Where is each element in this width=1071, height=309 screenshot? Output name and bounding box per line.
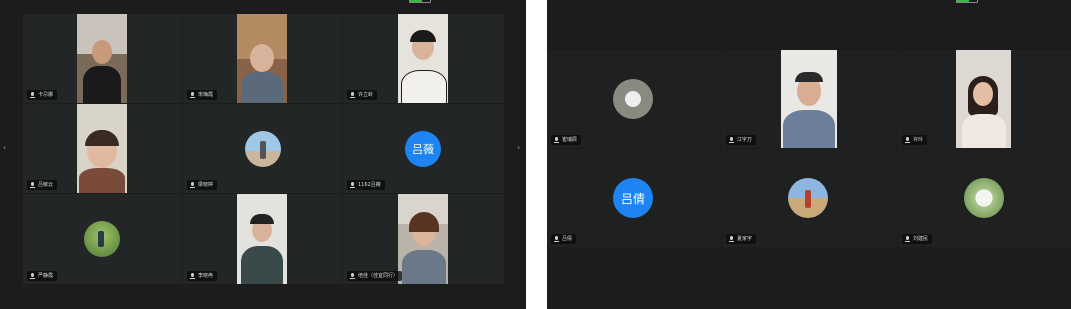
- participant-tile[interactable]: 吕倩 吕倩: [547, 149, 721, 247]
- participant-name: 吕敏云: [38, 182, 54, 188]
- participant-video: [956, 50, 1011, 148]
- participant-name: 宋梅霞: [198, 92, 214, 98]
- left-meeting-window: ‹ › 卡尕娜 宋梅霞 许立岭 吕敏云 梁晓婷 吕薇 1162吕薇 严静霞 李晓…: [0, 0, 526, 309]
- participant-name: 梁晓婷: [198, 182, 214, 188]
- participant-video: [398, 14, 448, 103]
- chevron-left-icon[interactable]: ‹: [3, 143, 6, 152]
- battery-icon: [956, 0, 978, 3]
- participant-tile[interactable]: 培佳（佳宜同行）: [343, 194, 504, 284]
- participant-tile[interactable]: 李晓冉: [183, 194, 342, 284]
- participant-name-tag: 培佳（佳宜同行）: [347, 271, 403, 281]
- participant-name-tag: 许立岭: [347, 90, 378, 100]
- participant-name: 培佳（佳宜同行）: [358, 273, 399, 279]
- participant-avatar: [245, 131, 281, 167]
- participant-name-tag: 江宇万: [726, 135, 757, 145]
- mic-icon: [350, 92, 355, 98]
- participant-video: [781, 50, 837, 148]
- chevron-right-icon[interactable]: ›: [517, 143, 520, 152]
- participant-tile[interactable]: 严静霞: [23, 194, 182, 284]
- participant-name-tag: 吕倩: [551, 234, 577, 244]
- participant-tile[interactable]: 许玲: [898, 50, 1071, 148]
- participant-name: 许玲: [913, 137, 924, 143]
- participant-avatar: [964, 178, 1004, 218]
- mic-icon: [350, 182, 355, 188]
- participant-name-tag: 许玲: [902, 135, 928, 145]
- mic-icon: [30, 182, 35, 188]
- mic-icon: [554, 236, 559, 242]
- participant-avatar: [84, 221, 120, 257]
- participant-video: [237, 194, 287, 284]
- participant-avatar: [788, 178, 828, 218]
- participant-tile[interactable]: 宋梅霞: [183, 14, 342, 103]
- participant-name: 李晓冉: [198, 273, 214, 279]
- participant-name: 卡尕娜: [38, 92, 54, 98]
- participant-name-tag: 卡尕娜: [27, 90, 58, 100]
- mic-icon: [350, 273, 355, 279]
- mic-icon: [190, 182, 195, 188]
- participant-name-tag: 刘建民: [902, 234, 933, 244]
- participant-tile[interactable]: 夏家宇: [722, 149, 897, 247]
- participant-name: 刘建民: [913, 236, 929, 242]
- mic-icon: [30, 273, 35, 279]
- mic-icon: [190, 273, 195, 279]
- participant-tile[interactable]: 吕敏云: [23, 104, 182, 193]
- participant-name: 崔瑞辰: [562, 137, 578, 143]
- participant-tile[interactable]: 刘建民: [898, 149, 1071, 247]
- participant-name: 江宇万: [737, 137, 753, 143]
- participant-tile[interactable]: 卡尕娜: [23, 14, 182, 103]
- participant-avatar: [613, 79, 653, 119]
- participant-name: 1162吕薇: [358, 182, 381, 188]
- participant-video: [77, 104, 127, 193]
- participant-name-tag: 梁晓婷: [187, 180, 218, 190]
- participant-name-tag: 1162吕薇: [347, 180, 385, 190]
- participant-video: [237, 14, 287, 103]
- mic-icon: [729, 236, 734, 242]
- participant-name: 夏家宇: [737, 236, 753, 242]
- participant-initial-avatar: 吕倩: [613, 178, 653, 218]
- participant-tile[interactable]: 江宇万: [722, 50, 897, 148]
- participant-tile[interactable]: 崔瑞辰: [547, 50, 721, 148]
- mic-icon: [905, 236, 910, 242]
- mic-icon: [554, 137, 559, 143]
- participant-name-tag: 崔瑞辰: [551, 135, 582, 145]
- participant-name-tag: 严静霞: [27, 271, 58, 281]
- participant-name-tag: 吕敏云: [27, 180, 58, 190]
- participant-name: 吕倩: [562, 236, 573, 242]
- participant-tile[interactable]: 梁晓婷: [183, 104, 342, 193]
- participant-name-tag: 宋梅霞: [187, 90, 218, 100]
- mic-icon: [729, 137, 734, 143]
- participant-video: [398, 194, 448, 284]
- participant-name-tag: 夏家宇: [726, 234, 757, 244]
- participant-name-tag: 李晓冉: [187, 271, 218, 281]
- participant-tile[interactable]: 许立岭: [343, 14, 504, 103]
- mic-icon: [905, 137, 910, 143]
- participant-video: [77, 14, 127, 103]
- participant-initial-avatar: 吕薇: [405, 131, 441, 167]
- right-meeting-window: ‹ 崔瑞辰 江宇万 许玲 吕倩 吕倩 夏家宇: [547, 0, 1071, 309]
- participant-tile[interactable]: 吕薇 1162吕薇: [343, 104, 504, 193]
- mic-icon: [30, 92, 35, 98]
- battery-icon: [409, 0, 431, 3]
- mic-icon: [190, 92, 195, 98]
- participant-name: 许立岭: [358, 92, 374, 98]
- participant-name: 严静霞: [38, 273, 54, 279]
